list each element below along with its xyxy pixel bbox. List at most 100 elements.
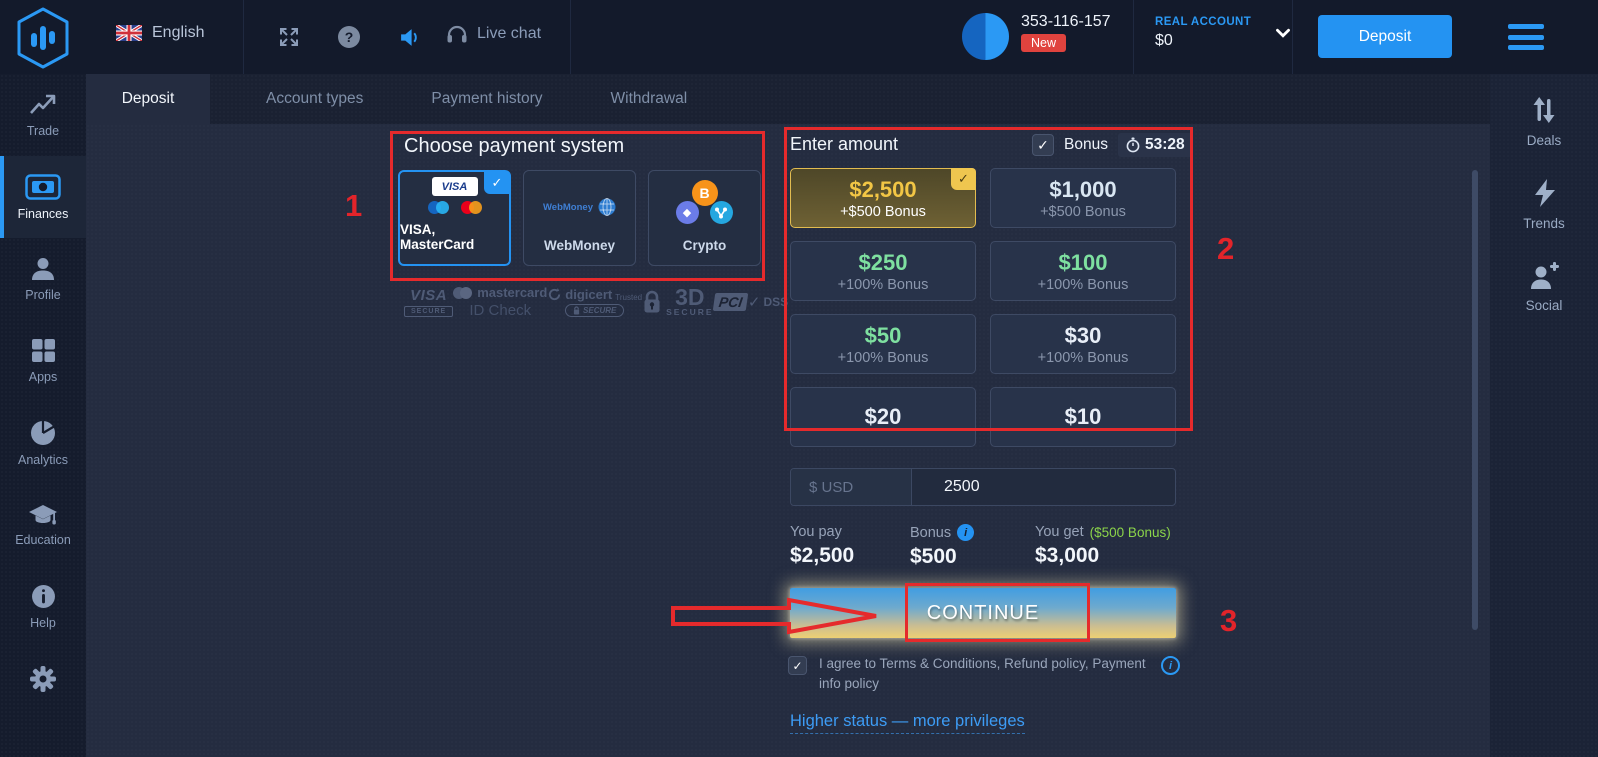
- you-get-label: You get: [1035, 524, 1084, 540]
- rail-item-label: Deals: [1527, 133, 1562, 148]
- selected-check-icon: ✓: [951, 168, 976, 190]
- new-badge: New: [1021, 34, 1066, 52]
- terms-text: I agree to Terms & Conditions, Refund po…: [819, 654, 1149, 693]
- rail-item-label: Trends: [1523, 216, 1565, 231]
- amount-input-row: $ USD: [790, 468, 1176, 506]
- visa-logo: VISA: [432, 177, 478, 196]
- rail-item-label: Social: [1526, 298, 1563, 313]
- sidebar-item-settings[interactable]: [0, 648, 86, 710]
- tab-payment-history[interactable]: Payment history: [397, 74, 576, 124]
- sidebar-item-help[interactable]: Help: [0, 566, 86, 648]
- sidebar-item-apps[interactable]: Apps: [0, 320, 86, 402]
- topbar-divider: [243, 0, 244, 74]
- account-type-selector[interactable]: REAL ACCOUNT $0: [1155, 16, 1291, 50]
- amount-option-250[interactable]: $250 +100% Bonus: [790, 241, 976, 301]
- sidebar-item-label: Help: [30, 616, 56, 630]
- tab-deposit[interactable]: Deposit: [86, 74, 210, 124]
- help-button[interactable]: ?: [336, 24, 362, 50]
- rail-item-social[interactable]: Social: [1490, 261, 1598, 313]
- mastercard-circles-icon: [453, 287, 472, 299]
- topbar-divider: [570, 0, 571, 74]
- left-sidebar: Trade Finances Profile Apps: [0, 74, 86, 757]
- amount-section-title: Enter amount: [790, 134, 898, 155]
- selected-check-icon: ✓: [484, 171, 510, 194]
- banknote-icon: [25, 174, 61, 200]
- live-chat-button[interactable]: Live chat: [446, 24, 541, 44]
- account-type-label: REAL ACCOUNT: [1155, 16, 1251, 28]
- payment-method-crypto[interactable]: B ◆ Crypto: [648, 170, 761, 266]
- vertical-scrollbar[interactable]: [1472, 170, 1478, 630]
- sidebar-item-profile[interactable]: Profile: [0, 238, 86, 320]
- graduation-cap-icon: [28, 504, 58, 526]
- higher-status-link[interactable]: Higher status — more privileges: [790, 712, 1025, 734]
- headset-icon: [446, 24, 468, 44]
- live-chat-label: Live chat: [477, 25, 541, 43]
- amount-option-100[interactable]: $100 +100% Bonus: [990, 241, 1176, 301]
- amount-option-30[interactable]: $30 +100% Bonus: [990, 314, 1176, 374]
- tab-account-types[interactable]: Account types: [232, 74, 397, 124]
- app-root: English ? Live chat: [0, 0, 1598, 757]
- amount-input[interactable]: [912, 469, 1175, 505]
- webmoney-globe-icon: [598, 198, 616, 216]
- info-icon: [31, 584, 56, 609]
- tab-withdrawal[interactable]: Withdrawal: [577, 74, 722, 124]
- timer-value: 53:28: [1145, 136, 1185, 154]
- fullscreen-button[interactable]: [276, 24, 302, 50]
- bitcoin-icon: B: [692, 180, 718, 206]
- continue-button[interactable]: CONTINUE: [790, 588, 1176, 638]
- sound-button[interactable]: [396, 24, 422, 50]
- bonus-checkbox[interactable]: ✓: [1032, 134, 1054, 156]
- sidebar-item-label: Education: [15, 533, 71, 547]
- security-badges: VISA SECURE mastercard ID Check digicert…: [404, 285, 762, 319]
- terms-checkbox[interactable]: ✓: [788, 656, 807, 675]
- amount-option-50[interactable]: $50 +100% Bonus: [790, 314, 976, 374]
- bonus-timer: 53:28: [1118, 133, 1193, 157]
- gear-icon: [28, 664, 58, 694]
- account-info[interactable]: 353-116-157 New: [962, 13, 1111, 60]
- amount-option-2500[interactable]: ✓ $2,500 +$500 Bonus: [790, 168, 976, 228]
- language-selector[interactable]: English: [116, 24, 204, 42]
- payment-method-label: WebMoney: [544, 238, 615, 253]
- 3d-secure-badge: 3D SECURE: [642, 287, 713, 317]
- deals-arrows-icon: [1529, 95, 1559, 125]
- app-logo[interactable]: [14, 7, 72, 69]
- digicert-swirl-icon: [547, 287, 562, 302]
- you-get-bonus-note: ($500 Bonus): [1090, 525, 1171, 540]
- sidebar-item-education[interactable]: Education: [0, 484, 86, 566]
- menu-button[interactable]: [1508, 24, 1544, 50]
- padlock-icon: [642, 289, 662, 315]
- amount-options: ✓ $2,500 +$500 Bonus $1,000 +$500 Bonus …: [790, 168, 1176, 447]
- you-pay-label: You pay: [790, 524, 854, 540]
- chevron-down-icon: [1275, 28, 1291, 38]
- pie-chart-icon: [30, 420, 56, 446]
- sidebar-item-label: Apps: [29, 370, 58, 384]
- finance-tabs: Deposit Account types Payment history Wi…: [86, 74, 1490, 124]
- topbar-divider: [1292, 0, 1293, 74]
- question-icon: ?: [338, 26, 360, 48]
- grid-icon: [31, 338, 56, 363]
- right-rail: Deals Trends Social: [1490, 74, 1598, 757]
- sidebar-item-trade[interactable]: Trade: [0, 74, 86, 156]
- bonus-value: $500: [910, 545, 974, 569]
- account-balance: $0: [1155, 32, 1251, 50]
- bonus-summary-label: Bonus: [910, 525, 951, 541]
- lightning-icon: [1530, 178, 1558, 208]
- sidebar-item-label: Finances: [18, 207, 69, 221]
- sidebar-item-analytics[interactable]: Analytics: [0, 402, 86, 484]
- amount-option-20[interactable]: $20: [790, 387, 976, 447]
- amount-option-1000[interactable]: $1,000 +$500 Bonus: [990, 168, 1176, 228]
- avatar: [962, 13, 1009, 60]
- payment-method-webmoney[interactable]: WebMoney WebMoney: [523, 170, 636, 266]
- currency-selector[interactable]: $ USD: [791, 469, 912, 505]
- terms-info-icon[interactable]: i: [1161, 656, 1180, 675]
- payment-method-label: Crypto: [683, 238, 727, 253]
- bonus-info-icon[interactable]: i: [957, 524, 974, 541]
- deposit-button[interactable]: Deposit: [1318, 15, 1452, 58]
- sidebar-item-finances[interactable]: Finances: [0, 156, 86, 238]
- amount-option-10[interactable]: $10: [990, 387, 1176, 447]
- pci-dss-badge: PCI ✓ DSS: [714, 293, 789, 311]
- payment-method-visa-mastercard[interactable]: ✓ VISA VISA, MasterCard: [398, 170, 511, 266]
- rail-item-deals[interactable]: Deals: [1490, 95, 1598, 148]
- speaker-icon: [399, 27, 420, 48]
- rail-item-trends[interactable]: Trends: [1490, 178, 1598, 231]
